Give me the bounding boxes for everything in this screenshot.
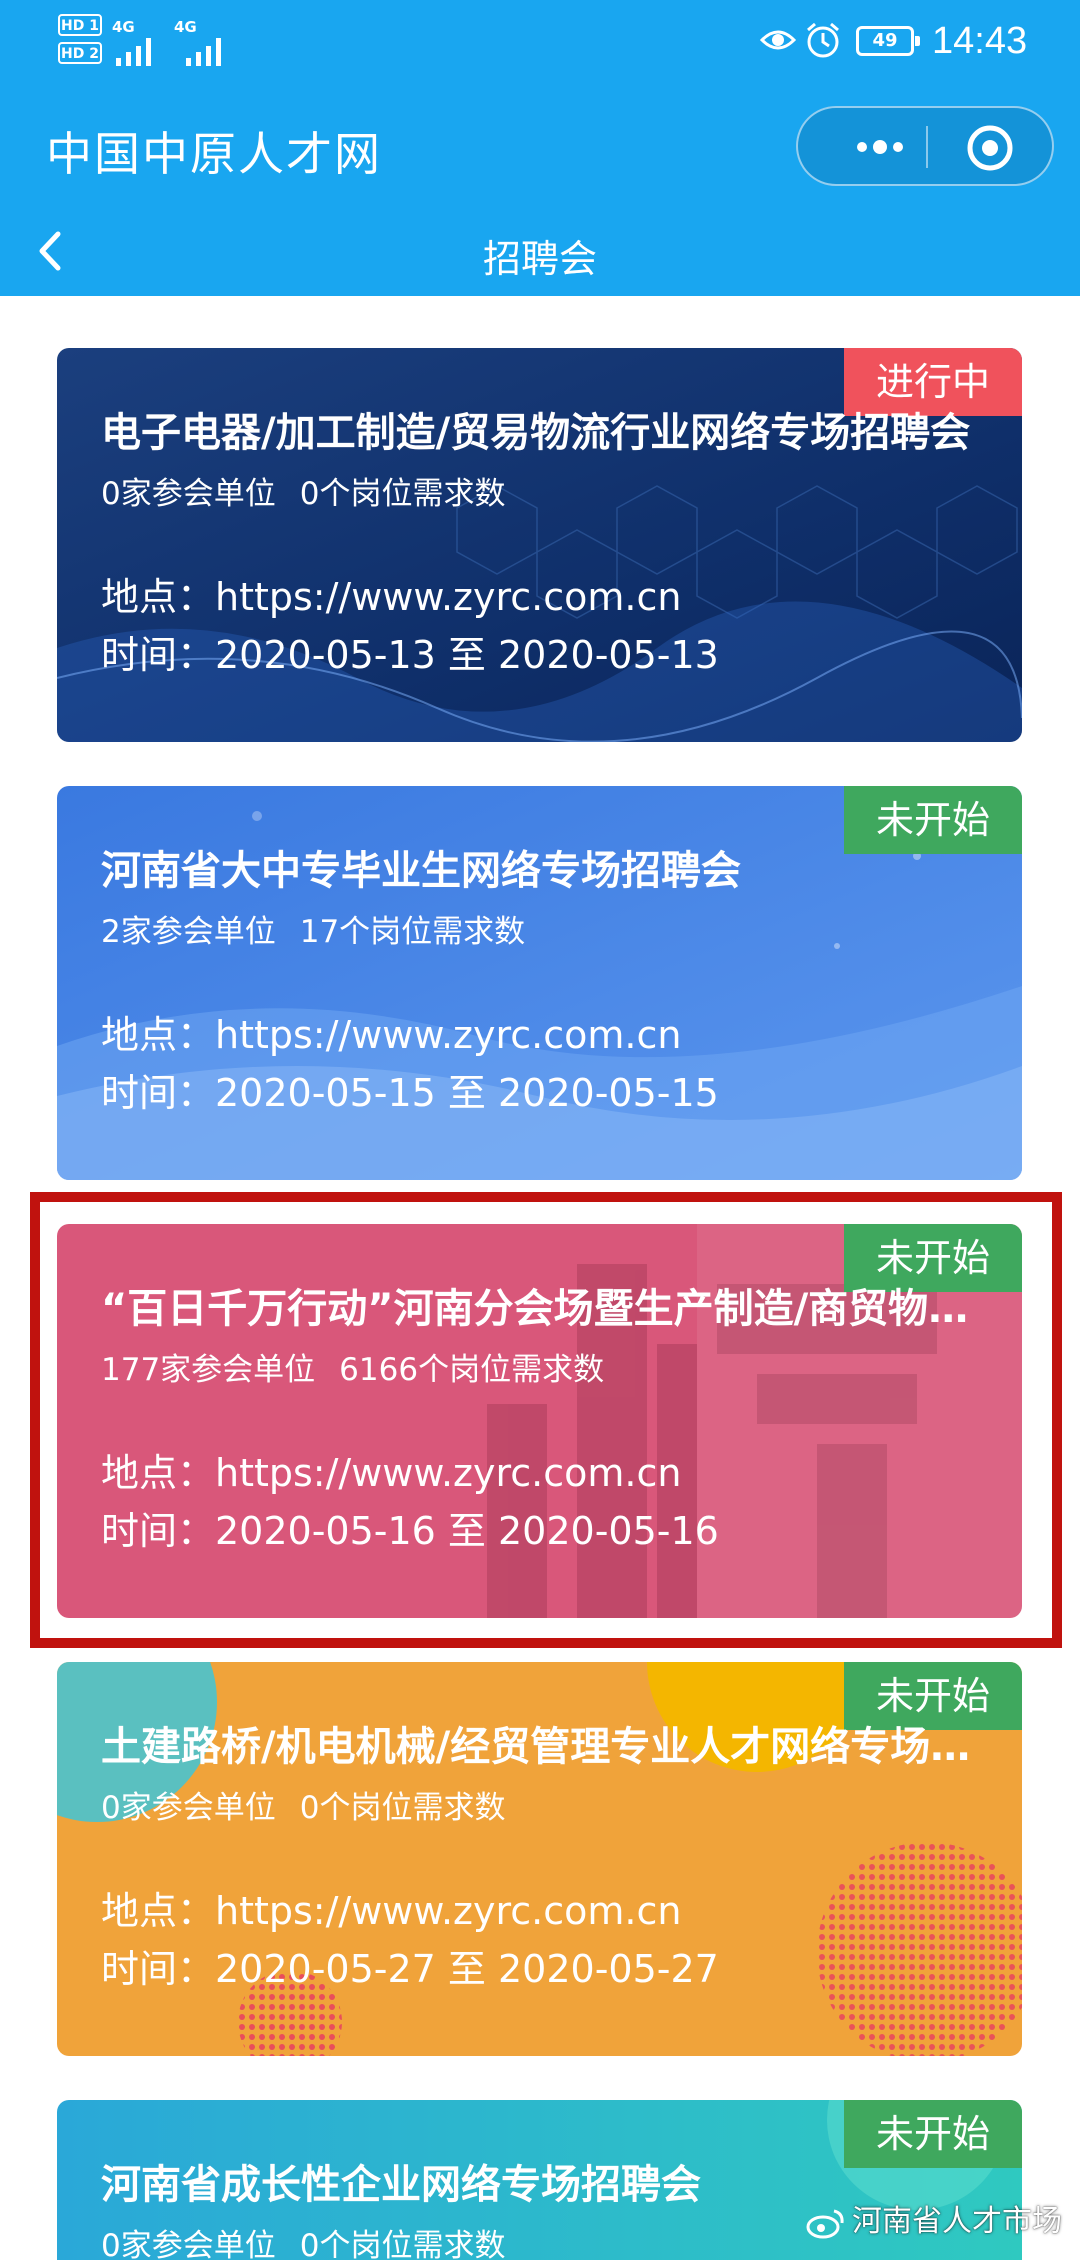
status-bar: HD 1 HD 2 4G 4G 49 14:43 (0, 0, 1080, 84)
position-count: 0个岗位需求数 (299, 2228, 506, 2260)
fair-time: 时间：2020-05-13 至 2020-05-13 (101, 633, 719, 677)
company-count: 0家参会单位 (101, 476, 276, 512)
page-title: 招聘会 (482, 237, 597, 281)
app-title: 中国中原人才网 (46, 127, 382, 181)
fair-time: 时间：2020-05-27 至 2020-05-27 (101, 1947, 719, 1991)
fair-title: 土建路桥/机电机械/经贸管理专业人才网络专场招聘会 (101, 1724, 981, 1770)
battery-icon: 49 (856, 26, 920, 56)
fair-counts: 0家参会单位 0个岗位需求数 (101, 1782, 505, 1827)
more-icon[interactable] (850, 130, 910, 164)
company-count: 0家参会单位 (101, 2228, 276, 2260)
close-target-icon[interactable] (964, 122, 1016, 174)
position-count: 17个岗位需求数 (299, 914, 526, 950)
miniprogram-capsule (796, 106, 1054, 186)
eye-icon (760, 30, 796, 50)
sim1-hd-icon: HD 1 (58, 14, 102, 36)
company-count: 0家参会单位 (101, 1790, 276, 1826)
clock: 14:43 (932, 20, 1028, 62)
position-count: 0个岗位需求数 (299, 476, 506, 512)
status-right: 49 14:43 (760, 16, 1080, 66)
fair-card[interactable]: 进行中 电子电器/加工制造/贸易物流行业网络专场招聘会 0家参会单位 0个岗位需求… (57, 348, 1022, 742)
fair-counts: 2家参会单位 17个岗位需求数 (101, 906, 525, 951)
company-count: 2家参会单位 (101, 914, 276, 950)
top-bar: HD 1 HD 2 4G 4G 49 14:43 中国中原人才网 招聘会 (0, 0, 1080, 296)
position-count: 0个岗位需求数 (299, 1790, 506, 1826)
watermark-text: 河南省人才市场 (852, 2204, 1062, 2239)
watermark: 河南省人才市场 (806, 2196, 1062, 2240)
fair-title: 河南省大中专毕业生网络专场招聘会 (101, 848, 741, 894)
fair-card[interactable]: 未开始 土建路桥/机电机械/经贸管理专业人才网络专场招聘会 0家参会单位 0个岗位… (57, 1662, 1022, 2056)
fair-counts: 0家参会单位 0个岗位需求数 (101, 468, 505, 513)
fair-time: 时间：2020-05-15 至 2020-05-15 (101, 1071, 719, 1115)
fair-counts: 0家参会单位 0个岗位需求数 (101, 2220, 505, 2260)
capsule-divider (926, 126, 928, 168)
fair-title: 电子电器/加工制造/贸易物流行业网络专场招聘会 (101, 410, 971, 456)
weibo-logo-icon (806, 2209, 844, 2238)
alarm-icon (807, 22, 839, 58)
highlight-frame (30, 1192, 1062, 1648)
fair-location: 地点：https://www.zyrc.com.cn (101, 1889, 682, 1933)
fair-card[interactable]: 未开始 河南省大中专毕业生网络专场招聘会 2家参会单位 17个岗位需求数 地点：h… (57, 786, 1022, 1180)
sim2-hd-icon: HD 2 (58, 42, 102, 64)
sim-indicators: HD 1 HD 2 (58, 14, 104, 70)
fair-location: 地点：https://www.zyrc.com.cn (101, 1013, 682, 1057)
fair-location: 地点：https://www.zyrc.com.cn (101, 575, 682, 619)
